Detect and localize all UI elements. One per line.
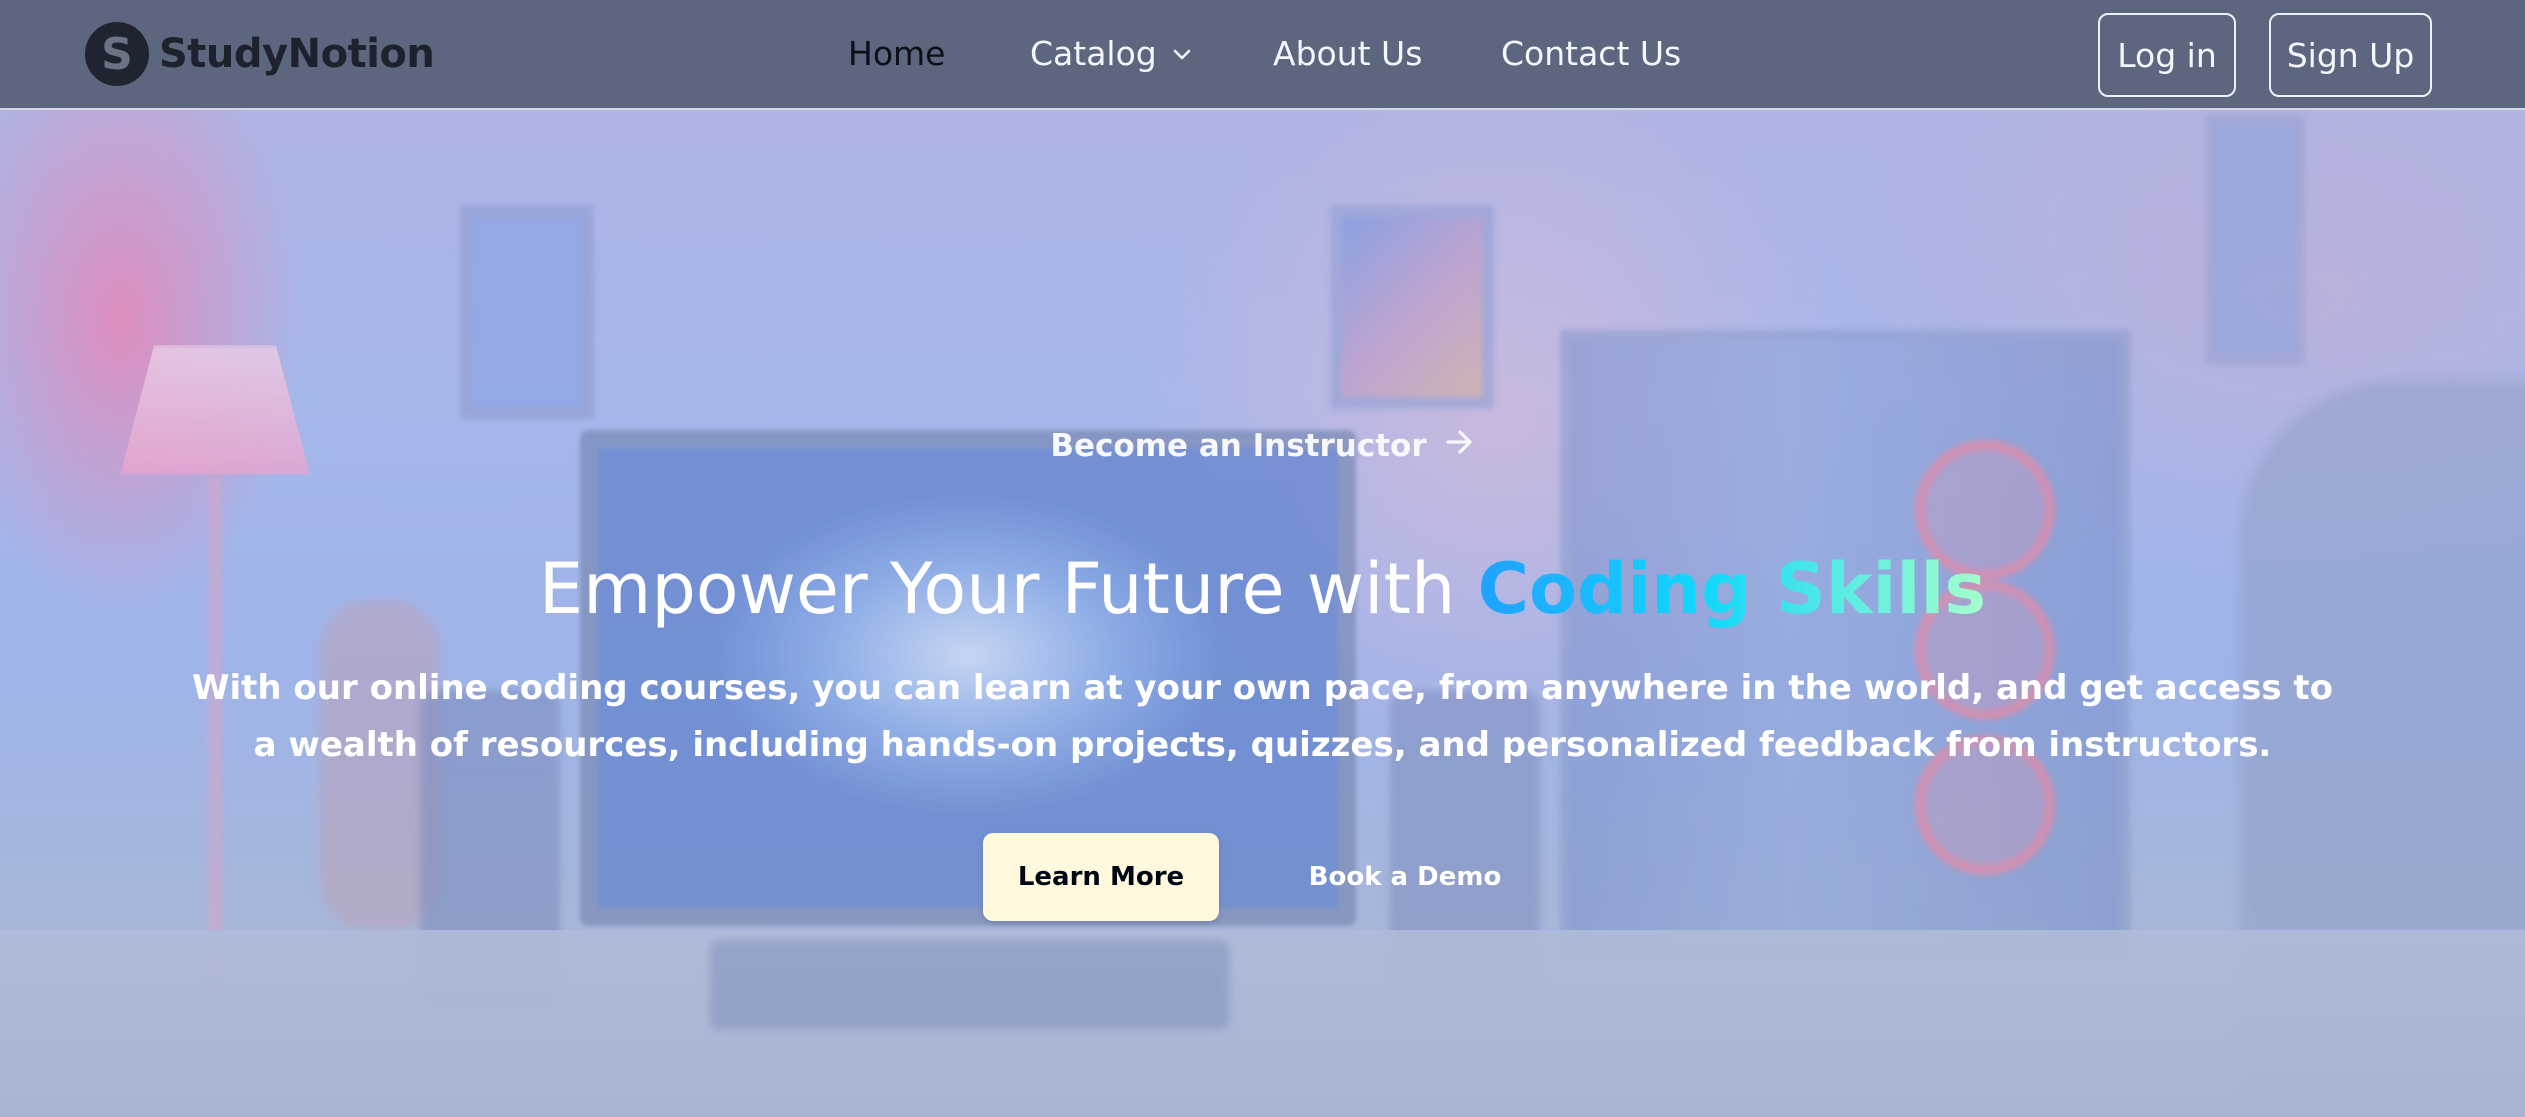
book-demo-button[interactable]: Book a Demo xyxy=(1300,833,1510,921)
become-instructor-label: Become an Instructor xyxy=(1050,428,1427,464)
nav-link-catalog[interactable]: Catalog xyxy=(1030,34,1191,75)
signup-button[interactable]: Sign Up xyxy=(2269,13,2432,97)
nav-link-home[interactable]: Home xyxy=(848,34,945,73)
become-instructor-link[interactable]: Become an Instructor xyxy=(0,428,2525,466)
hero-description: With our online coding courses, you can … xyxy=(191,668,2334,765)
logo-icon: S xyxy=(85,22,149,86)
landing-page: S StudyNotion Home Catalog About Us Cont… xyxy=(0,0,2525,1117)
hero-headline-highlight: Coding Skills xyxy=(1477,548,1987,630)
logo-letter: S xyxy=(101,28,133,80)
hero-headline: Empower Your Future with Coding Skills xyxy=(0,548,2525,630)
arrow-right-icon xyxy=(1445,427,1475,463)
nav-link-contact-us[interactable]: Contact Us xyxy=(1501,34,1681,73)
hero-headline-prefix: Empower Your Future with xyxy=(538,548,1478,630)
learn-more-button[interactable]: Learn More xyxy=(983,833,1219,921)
top-navbar: S StudyNotion Home Catalog About Us Cont… xyxy=(0,0,2525,110)
chevron-down-icon xyxy=(1173,30,1191,69)
brand-name: StudyNotion xyxy=(159,31,435,77)
login-button[interactable]: Log in xyxy=(2098,13,2236,97)
nav-link-about-us[interactable]: About Us xyxy=(1273,34,1422,73)
nav-link-catalog-label: Catalog xyxy=(1030,34,1157,73)
brand-logo[interactable]: S StudyNotion xyxy=(85,22,435,86)
